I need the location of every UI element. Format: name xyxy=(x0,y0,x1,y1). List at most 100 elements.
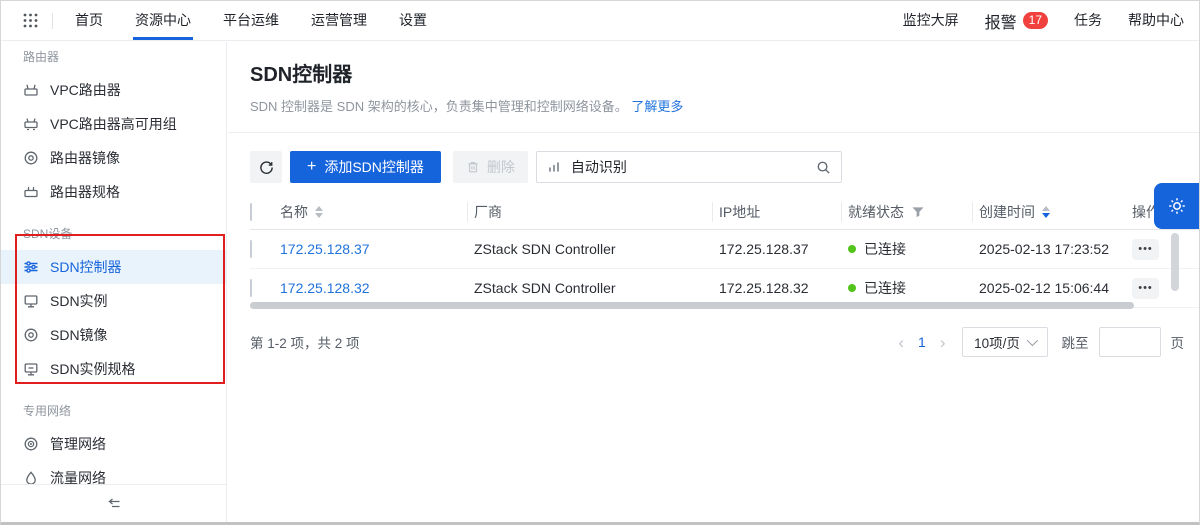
nav-item-home[interactable]: 首页 xyxy=(69,1,109,40)
sort-name-icon[interactable] xyxy=(315,206,323,218)
page-number[interactable]: 1 xyxy=(910,334,934,350)
router-spec-icon xyxy=(23,184,39,200)
table-settings-button[interactable] xyxy=(1154,183,1200,229)
column-status: 就绪状态 xyxy=(848,202,904,222)
sort-created-icon[interactable] xyxy=(1042,206,1050,218)
nav-item-tasks[interactable]: 任务 xyxy=(1074,1,1102,40)
search-input[interactable] xyxy=(569,158,808,176)
nav-item-alarm[interactable]: 报警 17 xyxy=(985,9,1048,33)
sidebar-item-label: SDN实例 xyxy=(50,291,108,311)
sidebar-item-sdn-instance-spec[interactable]: SDN实例规格 xyxy=(1,352,226,386)
nav-item-operation-mgmt[interactable]: 运营管理 xyxy=(305,1,373,40)
row-created: 2025-02-12 15:06:44 xyxy=(972,280,1132,296)
sidebar-item-sdn-controller[interactable]: SDN控制器 xyxy=(1,250,226,284)
sidebar-item-sdn-instance[interactable]: SDN实例 xyxy=(1,284,226,318)
sidebar-item-sdn-image[interactable]: SDN镜像 xyxy=(1,318,226,352)
row-name-link[interactable]: 172.25.128.37 xyxy=(280,241,370,257)
sidebar-item-vpc-router[interactable]: VPC路由器 xyxy=(1,73,226,107)
monitor-spec-icon xyxy=(23,361,39,377)
page-header: SDN控制器 SDN 控制器是 SDN 架构的核心，负责集中管理和控制网络设备。… xyxy=(228,42,1199,115)
nav-item-resource-center[interactable]: 资源中心 xyxy=(129,1,197,40)
sidebar-item-vpc-router-ha-group[interactable]: VPC路由器高可用组 xyxy=(1,107,226,141)
column-ip: IP地址 xyxy=(712,202,841,222)
items-summary: 第 1-2 项，共 2 项 xyxy=(250,332,360,352)
top-nav-right: 监控大屏 报警 17 任务 帮助中心 xyxy=(877,1,1184,40)
trash-icon xyxy=(466,160,480,174)
sidebar-item-label: SDN镜像 xyxy=(50,325,108,345)
add-sdn-controller-button[interactable]: + 添加SDN控制器 xyxy=(290,151,441,183)
page-size-select[interactable]: 10项/页 xyxy=(962,327,1048,357)
row-actions-button[interactable]: ••• xyxy=(1132,278,1159,299)
apps-grid-icon[interactable] xyxy=(23,13,38,28)
column-vendor: 厂商 xyxy=(467,202,712,222)
router-icon xyxy=(23,82,39,98)
row-vendor: ZStack SDN Controller xyxy=(467,280,712,296)
nav-item-settings[interactable]: 设置 xyxy=(393,1,433,40)
collapse-sidebar-icon xyxy=(106,497,122,511)
nav-item-monitor-screen[interactable]: 监控大屏 xyxy=(903,1,959,40)
image-bullseye-icon xyxy=(23,150,39,166)
table-row: 172.25.128.37 ZStack SDN Controller 172.… xyxy=(250,230,1199,269)
nav-item-help-center[interactable]: 帮助中心 xyxy=(1128,1,1184,40)
app-window: 首页 资源中心 平台运维 运营管理 设置 监控大屏 报警 17 任务 帮助中心 … xyxy=(0,0,1200,525)
add-button-label: 添加SDN控制器 xyxy=(324,157,424,177)
row-checkbox[interactable] xyxy=(250,279,252,297)
search-icon[interactable] xyxy=(816,160,831,175)
sidebar-section-private-network: 专用网络 xyxy=(1,386,226,427)
page-description-text: SDN 控制器是 SDN 架构的核心，负责集中管理和控制网络设备。 xyxy=(250,99,628,114)
sidebar-collapse-button[interactable] xyxy=(1,484,226,522)
alarm-count-badge: 17 xyxy=(1023,12,1048,29)
sidebar-item-management-network[interactable]: 管理网络 xyxy=(1,427,226,461)
status-label: 已连接 xyxy=(864,278,906,298)
row-name-link[interactable]: 172.25.128.32 xyxy=(280,280,370,296)
header-divider xyxy=(228,132,1199,133)
toolbar: + 添加SDN控制器 删除 xyxy=(250,151,1199,183)
plus-icon: + xyxy=(307,159,316,175)
page-description: SDN 控制器是 SDN 架构的核心，负责集中管理和控制网络设备。 了解更多 xyxy=(250,96,1175,115)
delete-button[interactable]: 删除 xyxy=(453,151,528,183)
sliders-icon xyxy=(23,259,39,275)
nav-item-platform-ops[interactable]: 平台运维 xyxy=(217,1,285,40)
filter-icon[interactable] xyxy=(912,207,924,218)
sidebar-item-label: SDN实例规格 xyxy=(50,359,136,379)
pagination: ‹ 1 › 10项/页 跳至 页 xyxy=(892,327,1184,357)
select-all-checkbox[interactable] xyxy=(250,203,252,221)
status-dot xyxy=(848,245,856,253)
image-bullseye-icon xyxy=(23,327,39,343)
sidebar-item-router-image[interactable]: 路由器镜像 xyxy=(1,141,226,175)
search-box[interactable] xyxy=(536,151,842,183)
table-header-row: 名称 厂商 IP地址 就绪状态 创建时间 操作 xyxy=(250,195,1199,230)
column-name: 名称 xyxy=(280,202,308,222)
next-page-button[interactable]: › xyxy=(934,334,952,351)
nav-divider xyxy=(52,13,53,29)
prev-page-button[interactable]: ‹ xyxy=(892,334,910,351)
learn-more-link[interactable]: 了解更多 xyxy=(631,99,683,114)
sidebar-item-label: 管理网络 xyxy=(50,434,106,454)
row-actions-button[interactable]: ••• xyxy=(1132,239,1159,260)
delete-button-label: 删除 xyxy=(487,157,515,177)
vertical-scrollbar[interactable] xyxy=(1171,233,1179,291)
table-footer: 第 1-2 项，共 2 项 ‹ 1 › 10项/页 跳至 页 xyxy=(250,327,1184,357)
sdn-controller-table: 名称 厂商 IP地址 就绪状态 创建时间 操作 xyxy=(250,195,1199,308)
gear-icon xyxy=(1167,196,1187,216)
row-ip: 172.25.128.37 xyxy=(712,241,841,257)
page-title: SDN控制器 xyxy=(250,58,1175,87)
page-unit-label: 页 xyxy=(1171,332,1185,352)
network-bullseye-icon xyxy=(23,436,39,452)
signal-bars-icon xyxy=(547,160,561,174)
refresh-button[interactable] xyxy=(250,151,282,183)
sidebar-section-sdn-devices: SDN设备 xyxy=(1,209,226,250)
sidebar-section-router: 路由器 xyxy=(1,42,226,73)
sidebar-item-label: VPC路由器高可用组 xyxy=(50,114,177,134)
router-group-icon xyxy=(23,116,39,132)
jump-to-label: 跳至 xyxy=(1062,332,1089,352)
row-checkbox[interactable] xyxy=(250,240,252,258)
horizontal-scrollbar[interactable] xyxy=(250,302,1134,309)
chevron-down-icon xyxy=(1027,335,1038,346)
status-label: 已连接 xyxy=(864,239,906,259)
column-created: 创建时间 xyxy=(979,202,1035,222)
jump-to-page-input[interactable] xyxy=(1099,327,1161,357)
alarm-label: 报警 xyxy=(985,9,1017,33)
sidebar-item-router-spec[interactable]: 路由器规格 xyxy=(1,175,226,209)
row-vendor: ZStack SDN Controller xyxy=(467,241,712,257)
